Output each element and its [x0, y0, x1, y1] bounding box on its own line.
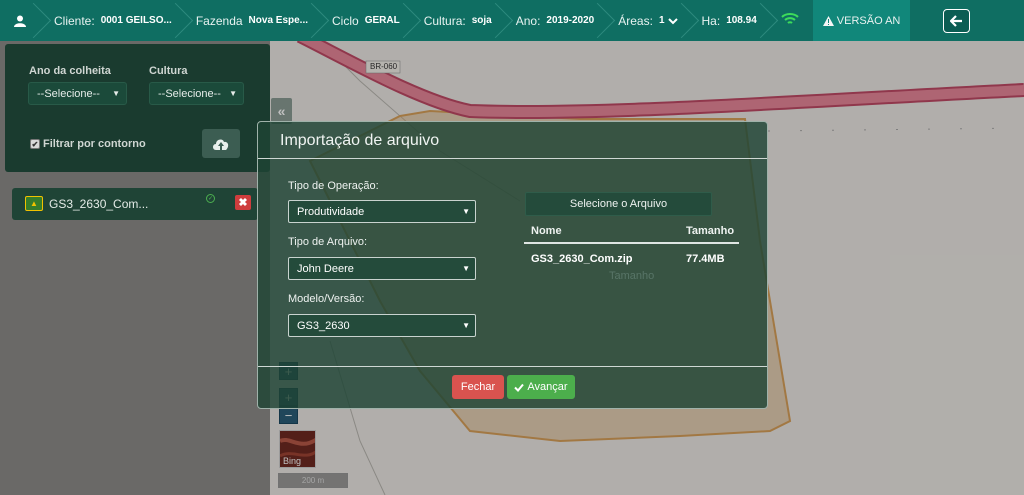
version-warning[interactable]: VERSÃO AN [812, 0, 911, 41]
fazenda-value: Nova Espe... [248, 15, 309, 26]
wifi-icon [781, 13, 799, 24]
table-row[interactable]: GS3_2630_Com.zip 77.4MB [524, 246, 739, 270]
cultura-label: Cultura: [423, 13, 466, 28]
areas-label: Áreas: [618, 13, 653, 28]
arrow-left-icon [950, 15, 962, 27]
file-name-cell: GS3_2630_Com.zip [531, 253, 633, 265]
ano-value: 2019-2020 [546, 15, 595, 26]
cultura-select-value: --Selecione-- [158, 87, 221, 100]
cultura-filter-label: Cultura [149, 65, 188, 77]
column-header-tamanho: Tamanho [686, 225, 735, 237]
filtrar-contorno-label: Filtrar por contorno [43, 138, 146, 150]
chevron-down-icon: ▼ [112, 89, 120, 98]
close-button[interactable]: Fechar [452, 375, 504, 399]
file-table-header: Nome Tamanho [524, 218, 739, 244]
ghost-text: Tamanho [609, 270, 655, 282]
dialog-title: Importação de arquivo [280, 132, 440, 149]
back-button[interactable] [943, 9, 970, 33]
cliente-selector[interactable]: Cliente: 0001 GEILSO... [40, 0, 182, 41]
modelo-versao-select[interactable]: GS3_2630 ▼ [288, 314, 476, 337]
close-button-label: Fechar [460, 381, 496, 393]
ano-colheita-select[interactable]: --Selecione-- ▼ [28, 82, 127, 105]
cliente-label: Cliente: [54, 13, 95, 28]
ano-label: Ano: [515, 13, 541, 28]
chevron-down-icon: ▼ [462, 264, 470, 273]
modelo-versao-value: GS3_2630 [297, 319, 350, 332]
modelo-versao-label: Modelo/Versão: [288, 293, 365, 305]
ciclo-value: GERAL [364, 15, 400, 26]
tipo-operacao-label: Tipo de Operação: [288, 180, 379, 192]
ciclo-selector[interactable]: Ciclo GERAL [318, 0, 410, 41]
tipo-arquivo-select[interactable]: John Deere ▼ [288, 257, 476, 280]
top-bar: Cliente: 0001 GEILSO... Fazenda Nova Esp… [0, 0, 1024, 41]
check-circle-icon: ✓ [206, 194, 215, 203]
chevron-down-icon: ▼ [462, 321, 470, 330]
select-file-button[interactable]: Selecione o Arquivo [525, 192, 712, 216]
ha-label: Ha: [701, 13, 721, 28]
filter-panel: Ano da colheita --Selecione-- ▼ Cultura … [5, 44, 270, 172]
filtrar-contorno-row[interactable]: ✔ Filtrar por contorno [30, 138, 146, 150]
file-list-item-name: GS3_2630_Com... [49, 197, 149, 211]
ciclo-label: Ciclo [332, 13, 359, 28]
cultura-value: soja [471, 15, 492, 26]
cultura-select[interactable]: --Selecione-- ▼ [149, 82, 244, 105]
tipo-arquivo-label: Tipo de Arquivo: [288, 236, 368, 248]
dialog-footer: Fechar Avançar [258, 366, 767, 408]
fazenda-label: Fazenda [195, 13, 243, 28]
tipo-arquivo-value: John Deere [297, 262, 354, 275]
john-deere-icon: ▲ [25, 196, 43, 211]
upload-button[interactable] [202, 129, 240, 158]
next-button[interactable]: Avançar [507, 375, 575, 399]
file-size-cell: 77.4MB [686, 253, 725, 265]
user-icon [14, 15, 26, 27]
filtrar-contorno-checkbox[interactable]: ✔ [30, 139, 40, 149]
dialog-header: Importação de arquivo [258, 122, 767, 159]
cultura-selector[interactable]: Cultura: soja [410, 0, 502, 41]
version-warning-text: VERSÃO AN [836, 14, 901, 27]
cloud-upload-icon [213, 139, 229, 150]
cliente-value: 0001 GEILSO... [100, 15, 172, 26]
fazenda-selector[interactable]: Fazenda Nova Espe... [182, 0, 318, 41]
left-panel: Ano da colheita --Selecione-- ▼ Cultura … [0, 41, 270, 495]
tipo-operacao-select[interactable]: Produtividade ▼ [288, 200, 476, 223]
warning-icon [822, 15, 834, 26]
tipo-operacao-value: Produtividade [297, 205, 365, 218]
next-button-label: Avançar [527, 381, 568, 393]
areas-selector[interactable]: Áreas: 1 [604, 0, 687, 41]
file-list-item[interactable]: ▲ GS3_2630_Com... ✓ ✖ [12, 188, 258, 220]
ano-colheita-value: --Selecione-- [37, 87, 100, 100]
check-icon [514, 383, 525, 392]
column-header-nome: Nome [531, 225, 562, 237]
delete-file-button[interactable]: ✖ [235, 195, 251, 210]
ha-display: Ha: 108.94 [688, 0, 767, 41]
user-menu[interactable] [0, 0, 40, 41]
import-dialog: Importação de arquivo Tipo de Operação: … [257, 121, 768, 409]
chevron-down-icon: ▼ [229, 89, 237, 98]
areas-value: 1 [658, 15, 665, 26]
ha-value: 108.94 [726, 15, 757, 26]
ano-selector[interactable]: Ano: 2019-2020 [502, 0, 605, 41]
select-file-label: Selecione o Arquivo [569, 198, 668, 210]
chevron-down-icon [667, 17, 678, 24]
chevron-down-icon: ▼ [462, 207, 470, 216]
ano-colheita-label: Ano da colheita [29, 65, 111, 77]
